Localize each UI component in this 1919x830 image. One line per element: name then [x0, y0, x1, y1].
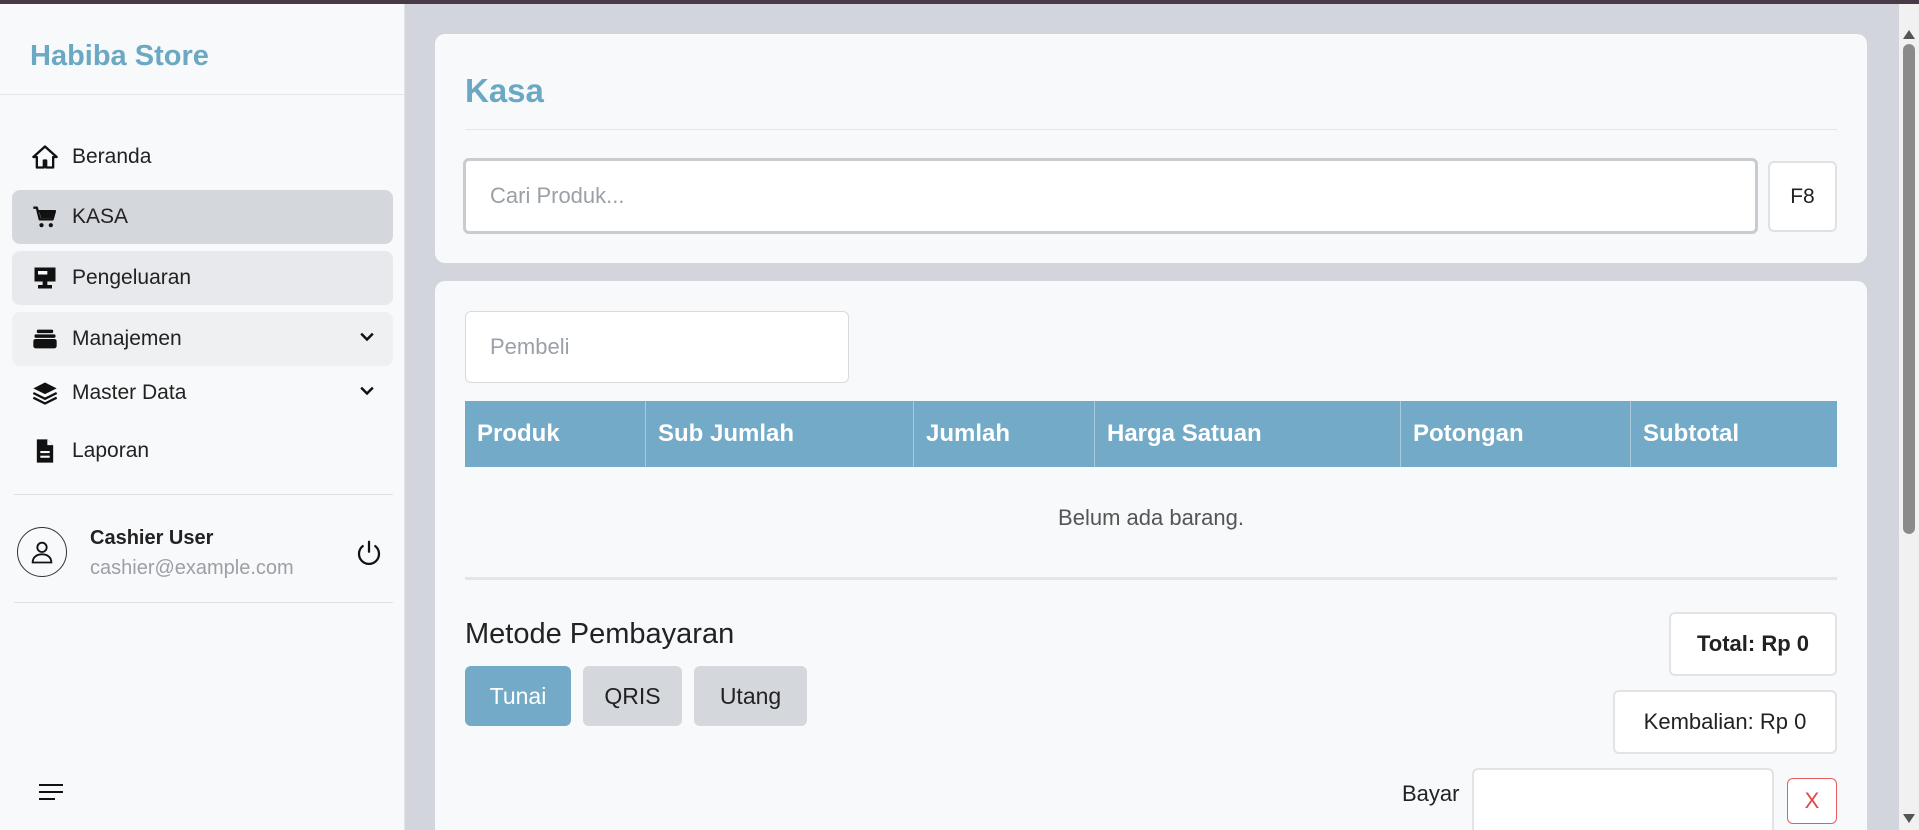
sidebar-item-manajemen[interactable]: Manajemen [12, 312, 393, 366]
payment-qris-button[interactable]: QRIS [583, 666, 682, 726]
payment-tunai-button[interactable]: Tunai [465, 666, 571, 726]
change-display: Kembalian: Rp 0 [1613, 690, 1837, 754]
total-display: Total: Rp 0 [1669, 612, 1837, 676]
sidebar-item-label: Master Data [72, 381, 187, 404]
document-icon [18, 437, 72, 465]
payment-method-title: Metode Pembayaran [465, 618, 735, 650]
sidebar-item-kasa[interactable]: KASA [12, 190, 393, 244]
divider [14, 494, 393, 495]
user-icon [31, 541, 53, 564]
product-search-input[interactable] [463, 158, 1758, 234]
cart-card: Produk Sub Jumlah Jumlah Harga Satuan Po… [435, 281, 1867, 830]
search-card: Kasa F8 [435, 34, 1867, 263]
column-header: Produk [465, 401, 646, 467]
divider [14, 602, 393, 603]
power-icon[interactable] [354, 538, 384, 573]
divider [465, 577, 1837, 580]
page-scrollbar[interactable] [1899, 4, 1919, 830]
sidebar-item-label: Manajemen [72, 327, 182, 350]
divider [465, 129, 1837, 130]
sidebar-item-label: Pengeluaran [72, 266, 192, 289]
chevron-down-icon[interactable] [357, 381, 377, 407]
user-name: Cashier User [90, 527, 214, 549]
layers-icon [18, 379, 72, 407]
pay-label: Bayar [1402, 781, 1460, 806]
scroll-down-arrow-icon[interactable] [1903, 814, 1915, 823]
sidebar-item-label: Beranda [72, 145, 152, 168]
column-header: Sub Jumlah [646, 401, 914, 467]
empty-cart-message: Belum ada barang. [1058, 505, 1244, 530]
sidebar-item-label: Laporan [72, 439, 150, 462]
scroll-up-arrow-icon[interactable] [1903, 30, 1915, 39]
column-header: Harga Satuan [1095, 401, 1401, 467]
cart-icon [18, 203, 72, 231]
scrollbar-thumb[interactable] [1903, 44, 1915, 534]
cart-table: Produk Sub Jumlah Jumlah Harga Satuan Po… [465, 401, 1837, 580]
brand-title: Habiba Store [30, 40, 209, 72]
cash-register-icon [18, 264, 72, 292]
sidebar-item-pengeluaran[interactable]: Pengeluaran [12, 251, 393, 305]
avatar [17, 527, 67, 577]
sidebar-item-beranda[interactable]: Beranda [12, 130, 393, 184]
payment-utang-button[interactable]: Utang [694, 666, 807, 726]
column-header: Jumlah [914, 401, 1095, 467]
sidebar-item-laporan[interactable]: Laporan [12, 424, 393, 478]
home-icon [18, 143, 72, 171]
user-email: cashier@example.com [90, 557, 294, 579]
divider [0, 94, 405, 95]
column-header: Subtotal [1643, 420, 1739, 447]
f8-shortcut-button[interactable]: F8 [1768, 161, 1837, 232]
pay-amount-input[interactable] [1472, 768, 1774, 830]
sidebar-item-master-data[interactable]: Master Data [12, 366, 393, 420]
table-header: Produk Sub Jumlah Jumlah Harga Satuan Po… [465, 401, 1837, 467]
menu-toggle-icon[interactable] [38, 782, 64, 807]
clear-pay-button[interactable]: X [1787, 778, 1837, 824]
chevron-down-icon[interactable] [357, 327, 377, 353]
sidebar: Habiba Store Beranda KASA Pengeluaran Ma… [0, 4, 405, 830]
sidebar-item-label: KASA [72, 205, 129, 228]
folder-stack-icon [18, 325, 72, 353]
buyer-input[interactable] [465, 311, 849, 383]
column-header: Potongan [1401, 401, 1631, 467]
page-title: Kasa [465, 72, 544, 109]
